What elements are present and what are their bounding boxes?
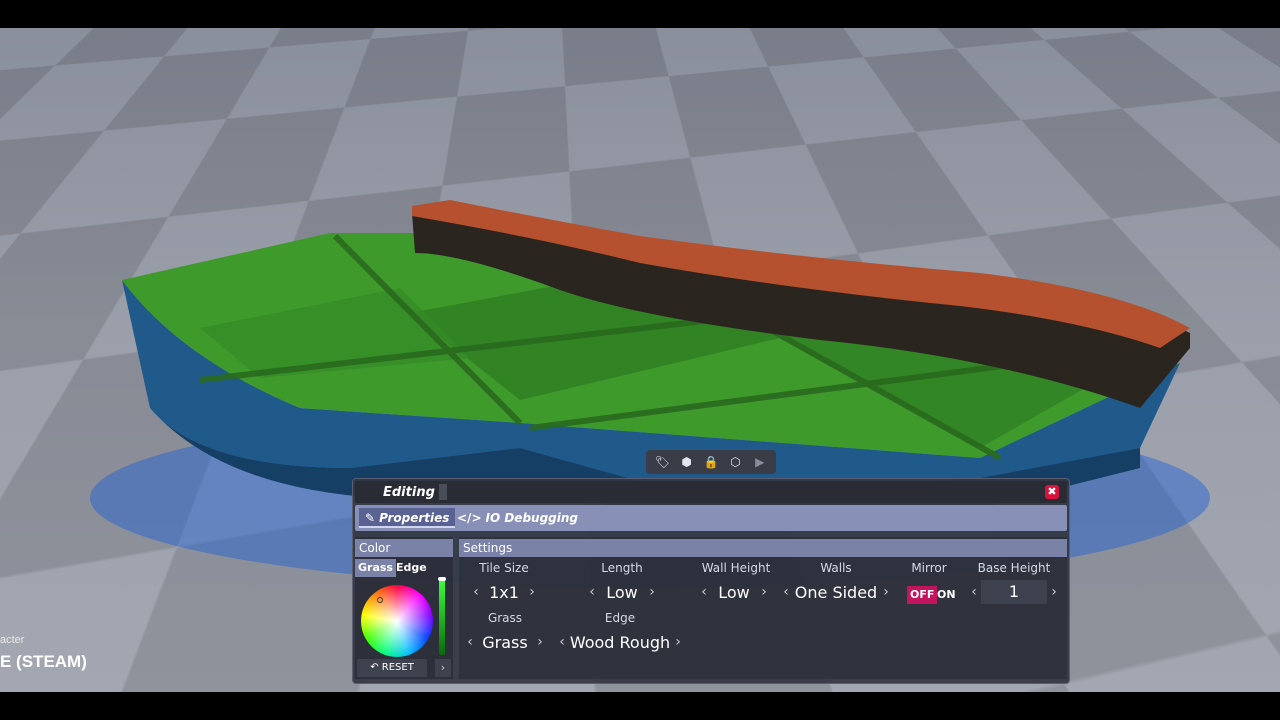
color-section: Color Grass Edge ↶ RESET › bbox=[355, 537, 453, 679]
panel-titlebar[interactable]: Editing ✖ bbox=[355, 481, 1067, 503]
tab-io-debugging[interactable]: </> IO Debugging bbox=[451, 508, 584, 528]
tag-icon[interactable]: 🏷 bbox=[653, 455, 671, 469]
arrow-right-icon[interactable]: › bbox=[1047, 584, 1061, 600]
color-tab-grass[interactable]: Grass bbox=[355, 559, 396, 577]
cube-icon[interactable]: ⬡ bbox=[726, 455, 744, 469]
arrow-left-icon[interactable]: ‹ bbox=[585, 584, 599, 600]
settings-section: Settings Tile Size ‹ 1x1 › Length ‹ Low … bbox=[459, 537, 1067, 679]
edge-value: Wood Rough bbox=[569, 632, 671, 652]
arrow-left-icon[interactable]: ‹ bbox=[779, 584, 793, 600]
arrow-right-icon[interactable]: › bbox=[757, 584, 771, 600]
expand-arrow-icon[interactable]: › bbox=[435, 659, 451, 677]
lock-icon[interactable]: 🔒 bbox=[702, 455, 720, 469]
tab-properties[interactable]: ✎ Properties bbox=[359, 508, 456, 528]
wall-height-label: Wall Height bbox=[701, 561, 771, 575]
mirror-on-toggle[interactable]: ON bbox=[937, 586, 956, 604]
object-toolbar: 🏷 ⬢ 🔒 ⬡ ▶ bbox=[646, 450, 776, 474]
tile-size-label: Tile Size bbox=[479, 561, 529, 575]
settings-header: Settings bbox=[459, 539, 1067, 557]
panel-title: Editing bbox=[383, 485, 435, 500]
color-tab-edge[interactable]: Edge bbox=[393, 559, 430, 577]
brightness-slider[interactable] bbox=[439, 579, 445, 655]
reset-label: RESET bbox=[381, 662, 414, 673]
play-icon[interactable]: ▶ bbox=[751, 455, 769, 469]
tab-label: Properties bbox=[379, 511, 450, 525]
arrow-right-icon[interactable]: › bbox=[671, 634, 685, 650]
walls-stepper: ‹ One Sided › bbox=[779, 579, 893, 605]
base-height-stepper: ‹ 1 › bbox=[967, 579, 1061, 605]
arrow-right-icon[interactable]: › bbox=[879, 584, 893, 600]
grass-stepper: ‹ Grass › bbox=[463, 629, 547, 655]
walls-value: One Sided bbox=[794, 582, 878, 602]
edge-stepper: ‹ Wood Rough › bbox=[555, 629, 685, 655]
arrow-left-icon[interactable]: ‹ bbox=[697, 584, 711, 600]
grass-value: Grass bbox=[482, 632, 528, 652]
hud-main-label: E (STEAM) bbox=[0, 652, 87, 671]
tile-size-value: 1x1 bbox=[489, 582, 519, 602]
arrow-right-icon[interactable]: › bbox=[533, 634, 547, 650]
mirror-label: Mirror bbox=[911, 561, 947, 575]
reset-button[interactable]: ↶ RESET bbox=[357, 659, 427, 677]
color-wheel[interactable] bbox=[361, 585, 433, 657]
code-icon: </> bbox=[457, 511, 482, 525]
arrow-left-icon[interactable]: ‹ bbox=[967, 584, 981, 600]
wall-height-stepper: ‹ Low › bbox=[697, 579, 771, 605]
panel-tabs: ✎ Properties </> IO Debugging bbox=[355, 505, 1067, 531]
length-value: Low bbox=[606, 582, 638, 602]
arrow-left-icon[interactable]: ‹ bbox=[555, 634, 569, 650]
undo-icon: ↶ bbox=[370, 662, 379, 673]
color-header: Color bbox=[355, 539, 453, 557]
base-height-label: Base Height bbox=[977, 561, 1051, 575]
base-height-value[interactable]: 1 bbox=[981, 580, 1047, 604]
tab-label: IO Debugging bbox=[485, 511, 579, 525]
walls-label: Walls bbox=[820, 561, 852, 575]
letterbox-bottom bbox=[0, 692, 1280, 720]
close-icon[interactable]: ✖ bbox=[1045, 485, 1059, 499]
pencil-icon: ✎ bbox=[365, 511, 376, 525]
color-picker-dot[interactable] bbox=[377, 597, 383, 603]
mirror-off-toggle[interactable]: OFF bbox=[907, 586, 938, 604]
letterbox-top bbox=[0, 0, 1280, 28]
wall-height-value: Low bbox=[718, 582, 750, 602]
length-stepper: ‹ Low › bbox=[585, 579, 659, 605]
hud-sub-label: acter bbox=[0, 634, 25, 646]
arrow-right-icon[interactable]: › bbox=[525, 584, 539, 600]
slider-knob[interactable] bbox=[438, 577, 446, 581]
length-label: Length bbox=[601, 561, 643, 575]
physics-icon[interactable]: ⬢ bbox=[678, 455, 696, 469]
editing-panel: Editing ✖ ✎ Properties </> IO Debugging Co… bbox=[352, 478, 1070, 684]
arrow-left-icon[interactable]: ‹ bbox=[469, 584, 483, 600]
tile-size-stepper: ‹ 1x1 › bbox=[469, 579, 539, 605]
arrow-right-icon[interactable]: › bbox=[645, 584, 659, 600]
arrow-left-icon[interactable]: ‹ bbox=[463, 634, 477, 650]
edge-label: Edge bbox=[604, 611, 636, 625]
grass-label: Grass bbox=[487, 611, 523, 625]
title-slot bbox=[439, 484, 447, 500]
